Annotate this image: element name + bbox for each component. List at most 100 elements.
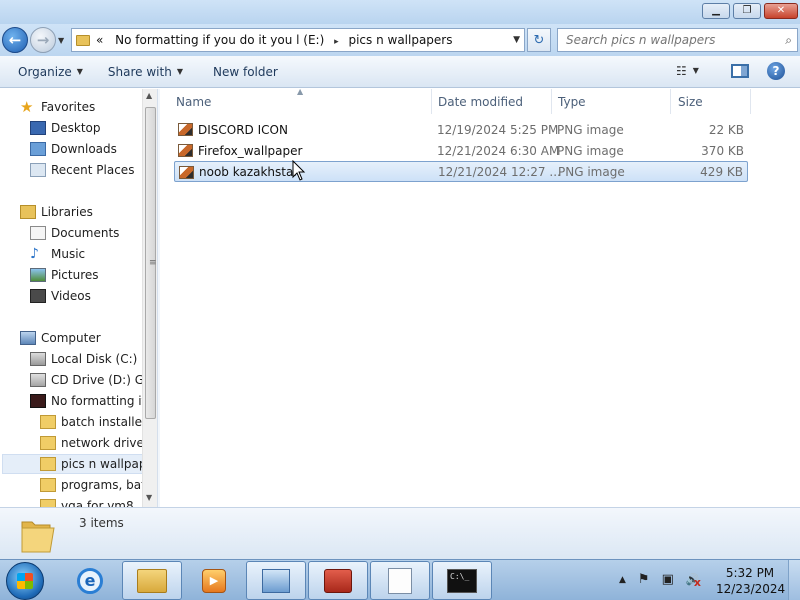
file-name: Firefox_wallpaper xyxy=(198,143,303,158)
address-dropdown-icon[interactable]: ▼ xyxy=(513,35,520,45)
file-row[interactable]: Firefox_wallpaper 12/21/2024 6:30 AM PNG… xyxy=(174,140,748,161)
sidebar-item-folder[interactable]: vga for vm8 xyxy=(40,496,134,507)
file-size: 429 KB xyxy=(700,164,743,179)
search-icon[interactable]: ⌕ xyxy=(785,33,792,48)
folder-icon xyxy=(21,521,55,553)
taskbar-internet-explorer[interactable]: e xyxy=(60,561,120,600)
file-row-selected[interactable]: noob kazakhstan 12/21/2024 12:27 ... PNG… xyxy=(174,161,748,182)
sidebar-item-label: Local Disk (C:) xyxy=(51,352,138,366)
music-icon: ♪ xyxy=(30,246,39,262)
show-hidden-icons-icon[interactable]: ▲ xyxy=(619,572,626,588)
sidebar-item-folder[interactable]: batch installers xyxy=(40,412,153,432)
sidebar-item-label: vga for vm8 xyxy=(61,499,134,507)
sidebar-item-label: Music xyxy=(51,247,86,261)
refresh-button[interactable]: ↻ xyxy=(527,28,551,52)
file-row[interactable]: DISCORD ICON 12/19/2024 5:25 PM PNG imag… xyxy=(174,119,748,140)
search-input[interactable] xyxy=(566,33,766,47)
sidebar-item-documents[interactable]: Documents xyxy=(30,223,119,243)
png-file-icon xyxy=(179,166,194,179)
minimize-button[interactable]: ▁ xyxy=(702,3,730,19)
sidebar-item-cd-drive[interactable]: CD Drive (D:) GSP xyxy=(30,370,157,390)
sidebar-item-favorites[interactable]: ★ Favorites xyxy=(20,97,95,117)
folder-icon xyxy=(40,415,56,429)
file-size: 22 KB xyxy=(708,122,744,137)
notepad-icon xyxy=(388,567,412,594)
sidebar-item-folder[interactable]: network drivers xyxy=(40,433,155,453)
sidebar-scrollbar[interactable]: ▲ ≡ ▼ xyxy=(142,89,157,507)
share-with-button[interactable]: Share with ▼ xyxy=(108,65,183,79)
start-button[interactable] xyxy=(6,562,44,600)
sidebar-item-folder[interactable]: programs, batch xyxy=(40,475,157,495)
png-file-icon xyxy=(178,123,193,136)
command-prompt-icon: C:\_ xyxy=(447,568,477,593)
details-view-icon: ☷ xyxy=(676,64,687,78)
chevron-down-icon: ▼ xyxy=(692,66,699,75)
scroll-down-icon[interactable]: ▼ xyxy=(146,493,152,502)
sidebar-item-label: Recent Places xyxy=(51,163,135,177)
navigation-pane: ★ Favorites Desktop Downloads Recent Pla… xyxy=(0,89,157,507)
sidebar-item-usb-drive[interactable]: No formatting if yo xyxy=(30,391,157,411)
preview-pane-icon[interactable] xyxy=(731,64,749,78)
sidebar-item-libraries[interactable]: Libraries xyxy=(20,202,93,222)
scroll-up-icon[interactable]: ▲ xyxy=(146,91,152,100)
videos-icon xyxy=(30,289,46,303)
sidebar-item-label: network drivers xyxy=(61,436,156,450)
taskbar-notepad[interactable] xyxy=(370,561,430,600)
column-header-name[interactable]: ▲ Name xyxy=(160,87,432,114)
clock-time: 5:32 PM xyxy=(725,566,775,580)
sidebar-item-local-disk[interactable]: Local Disk (C:) xyxy=(30,349,137,369)
sidebar-item-label: Pictures xyxy=(51,268,99,282)
internet-explorer-icon: e xyxy=(77,567,103,594)
downloads-icon xyxy=(30,142,46,156)
column-header-date[interactable]: Date modified xyxy=(432,89,552,114)
sidebar-item-videos[interactable]: Videos xyxy=(30,286,91,306)
network-status-icon[interactable]: ▣ xyxy=(662,572,674,588)
taskbar-network-app[interactable] xyxy=(246,561,306,600)
sidebar-item-recent-places[interactable]: Recent Places xyxy=(30,160,134,180)
show-desktop-button[interactable] xyxy=(788,560,800,600)
forward-button[interactable]: → xyxy=(30,27,56,53)
action-center-flag-icon[interactable]: ⚑ xyxy=(638,572,650,588)
navigation-bar: ← → ▼ « No formatting if you do it you l… xyxy=(0,24,800,56)
folder-icon xyxy=(40,436,56,450)
file-type: PNG image xyxy=(557,143,624,158)
taskbar-command-prompt[interactable]: C:\_ xyxy=(432,561,492,600)
close-button[interactable]: ✕ xyxy=(764,3,798,19)
taskbar-windows-explorer[interactable] xyxy=(122,561,182,600)
png-file-icon xyxy=(178,144,193,157)
sidebar-item-folder-selected[interactable]: pics n wallpapers xyxy=(2,454,157,474)
sidebar-item-label: batch installers xyxy=(61,415,154,429)
column-header-size[interactable]: Size xyxy=(671,89,751,114)
organize-button[interactable]: Organize ▼ xyxy=(18,65,83,79)
file-date: 12/21/2024 12:27 ... xyxy=(438,164,561,179)
breadcrumb-separator-icon[interactable]: ▸ xyxy=(334,37,339,47)
breadcrumb-overflow[interactable]: « xyxy=(96,33,103,47)
breadcrumb-drive[interactable]: No formatting if you do it you l (E:) xyxy=(115,33,324,47)
file-date: 12/19/2024 5:25 PM xyxy=(437,122,559,137)
new-folder-button[interactable]: New folder xyxy=(213,65,278,79)
item-count: 3 items xyxy=(79,516,124,530)
sidebar-item-music[interactable]: ♪ Music xyxy=(30,244,85,264)
folder-icon xyxy=(40,478,56,492)
change-view-button[interactable]: ☷ ▼ xyxy=(676,64,699,78)
recent-pages-dropdown-icon[interactable]: ▼ xyxy=(58,36,64,45)
help-icon[interactable]: ? xyxy=(767,62,785,80)
sidebar-item-downloads[interactable]: Downloads xyxy=(30,139,117,159)
column-header-type[interactable]: Type xyxy=(552,89,671,114)
clock[interactable]: 5:32 PM 12/23/2024 xyxy=(716,565,785,597)
column-header-label: Name xyxy=(176,94,212,109)
star-icon: ★ xyxy=(20,98,34,116)
back-button[interactable]: ← xyxy=(2,27,28,53)
volume-icon[interactable]: 🔊 x xyxy=(686,572,701,589)
share-with-label: Share with xyxy=(107,64,172,79)
taskbar-media-player[interactable]: ▶ xyxy=(184,561,244,600)
taskbar-toolbox-app[interactable] xyxy=(308,561,368,600)
sidebar-item-computer[interactable]: Computer xyxy=(20,328,101,348)
media-player-icon: ▶ xyxy=(202,568,226,593)
sidebar-item-pictures[interactable]: Pictures xyxy=(30,265,99,285)
address-bar[interactable]: « No formatting if you do it you l (E:) … xyxy=(71,28,525,52)
scrollbar-thumb[interactable]: ≡ xyxy=(145,107,157,419)
breadcrumb-folder[interactable]: pics n wallpapers xyxy=(348,33,452,47)
maximize-button[interactable]: ❐ xyxy=(733,3,761,19)
sidebar-item-desktop[interactable]: Desktop xyxy=(30,118,101,138)
